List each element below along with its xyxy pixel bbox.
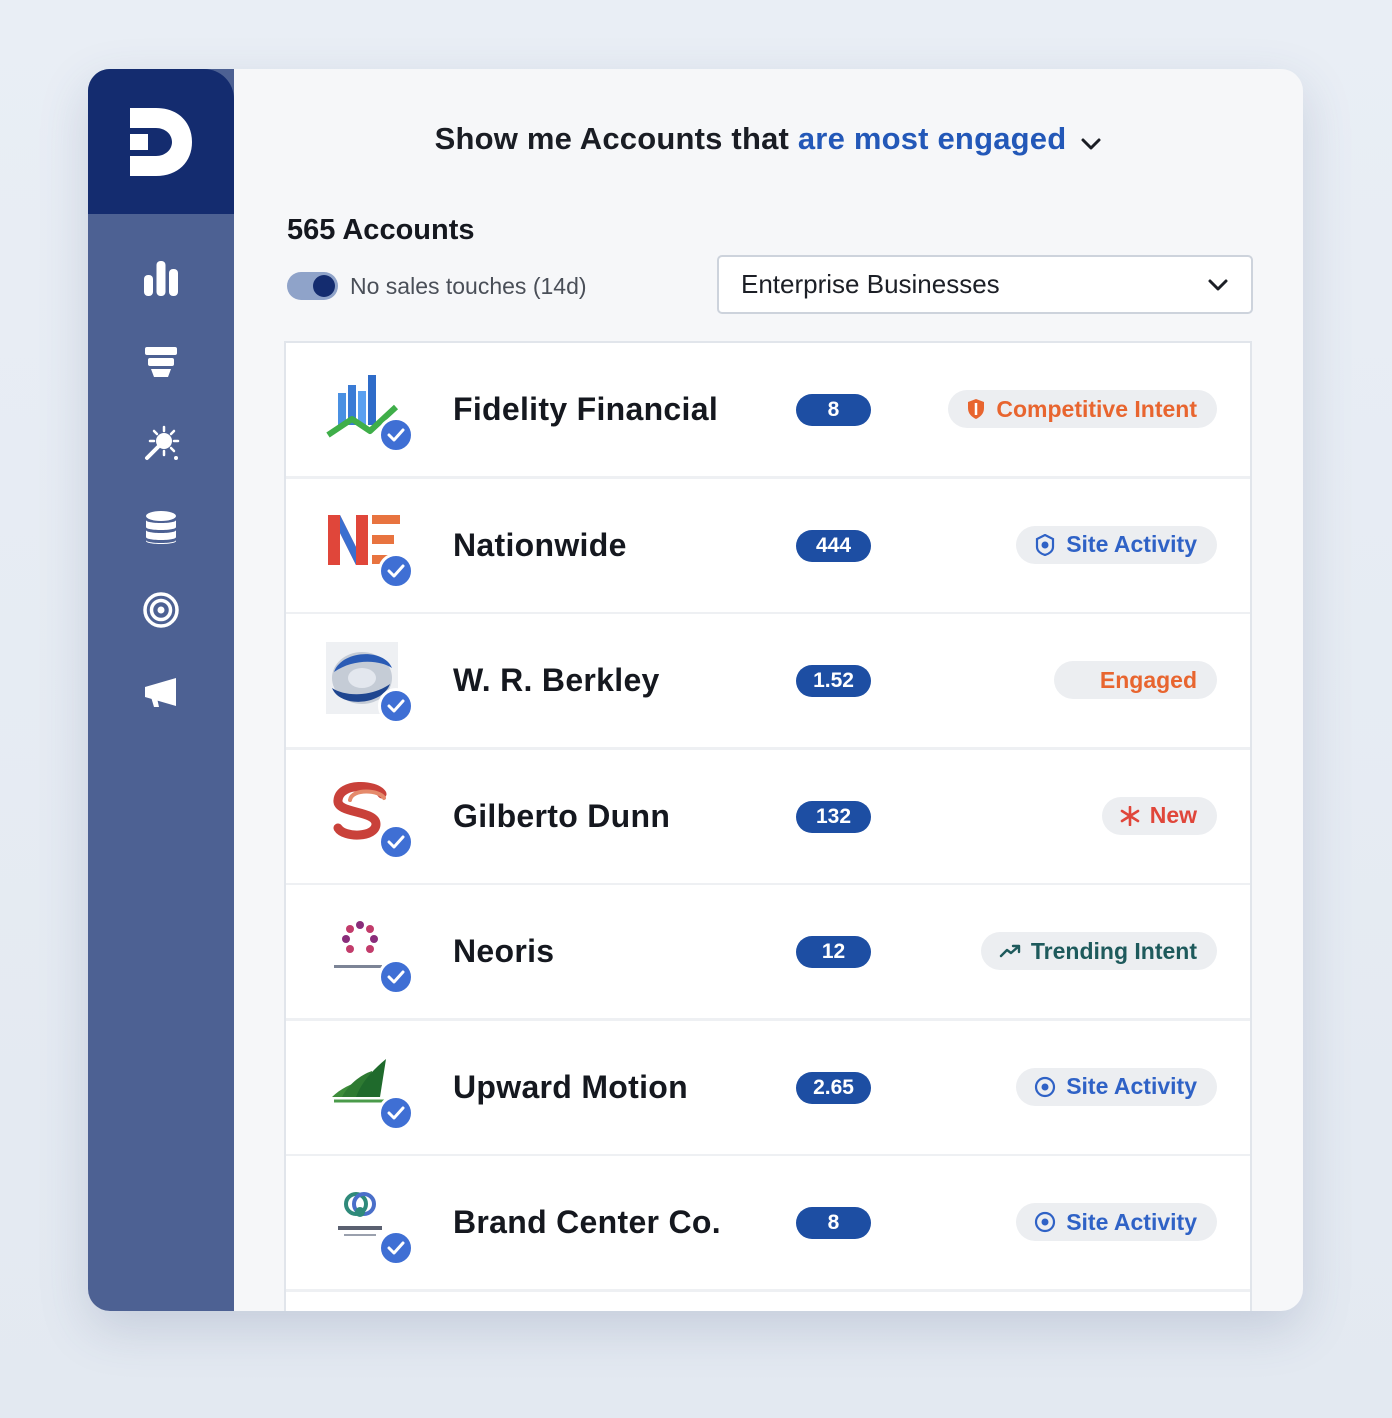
toggle-knob [313, 275, 335, 297]
sidebar-item-data[interactable] [138, 505, 184, 551]
list-item[interactable]: W. R. Berkley 1.52 Engaged [286, 614, 1250, 747]
account-name[interactable]: Brand Center Co. [453, 1156, 721, 1289]
sidebar-item-insights[interactable] [138, 421, 184, 467]
engagement-score: 1.52 [796, 665, 871, 697]
account-name[interactable]: Nationwide [453, 479, 627, 612]
account-name[interactable]: Fidelity Financial [453, 343, 718, 476]
sparkle-wand-icon [145, 425, 180, 460]
intent-tag[interactable]: New [1101, 796, 1217, 835]
sidebar-item-targets[interactable] [138, 587, 184, 633]
sales-touches-filter: No sales touches (14d) [287, 272, 587, 300]
sidebar-item-campaigns[interactable] [138, 669, 184, 715]
verified-check-icon [378, 688, 414, 724]
intent-tag[interactable]: Engaged [1053, 661, 1217, 699]
megaphone-icon [145, 678, 176, 707]
list-item[interactable] [286, 1291, 1250, 1311]
engagement-score: 132 [796, 800, 871, 833]
intent-tag[interactable]: Site Activity [1016, 525, 1217, 564]
sales-touches-toggle[interactable] [287, 272, 338, 300]
main-panel: Show me Accounts that are most engaged 5… [234, 69, 1303, 1311]
segment-dropdown[interactable]: Enterprise Businesses [717, 255, 1253, 314]
list-item[interactable]: Fidelity Financial 8 Competitive Intent [286, 343, 1250, 476]
list-item[interactable]: Nationwide 444 Site Activity [286, 478, 1250, 612]
query-headline: Show me Accounts that are most engaged [234, 121, 1303, 159]
sidebar-item-funnel[interactable] [138, 339, 184, 385]
intent-tag[interactable]: Competitive Intent [948, 390, 1217, 428]
intent-tag[interactable]: Trending Intent [980, 932, 1217, 970]
verified-check-icon [378, 552, 414, 589]
tag-label: Engaged [1099, 666, 1197, 693]
asterisk-icon [1120, 805, 1140, 826]
tag-label: Competitive Intent [996, 395, 1197, 422]
list-item[interactable]: Gilberto Dunn 132 New [286, 749, 1250, 883]
chevron-down-icon [1208, 279, 1228, 290]
query-highlight[interactable]: are most engaged [798, 121, 1067, 156]
tag-label: Site Activity [1066, 531, 1197, 557]
funnel-icon [145, 347, 177, 377]
segment-value: Enterprise Businesses [741, 269, 1000, 299]
site-activity-icon [1034, 533, 1056, 556]
database-icon [146, 511, 176, 544]
engagement-score: 8 [796, 394, 871, 426]
target-icon [143, 592, 179, 628]
intent-tag[interactable]: Site Activity [1016, 1203, 1217, 1241]
app-window: Show me Accounts that are most engaged 5… [88, 69, 1303, 1311]
engagement-score: 2.65 [796, 1071, 871, 1104]
bar-chart-icon [144, 261, 178, 296]
verified-check-icon [378, 1094, 414, 1131]
sidebar-item-analytics[interactable] [138, 255, 184, 301]
toggle-label: No sales touches (14d) [350, 272, 587, 299]
tag-label: New [1149, 802, 1197, 828]
logo-d-icon [130, 107, 192, 176]
list-item[interactable]: Brand Center Co. 8 Site Activity [286, 1156, 1250, 1289]
account-name[interactable]: W. R. Berkley [453, 614, 660, 747]
chevron-down-icon[interactable] [1080, 123, 1102, 159]
account-name[interactable]: Gilberto Dunn [453, 750, 670, 883]
engagement-score: 12 [796, 936, 871, 968]
query-prefix: Show me Accounts that [434, 121, 798, 156]
tag-label: Trending Intent [1030, 937, 1197, 964]
accounts-count: 565 Accounts [287, 214, 475, 246]
verified-check-icon [378, 959, 414, 995]
list-item[interactable]: Neoris 12 Trending Intent [286, 885, 1250, 1018]
tag-label: Site Activity [1066, 1208, 1197, 1235]
site-activity-icon [1034, 1076, 1056, 1098]
accounts-list: Fidelity Financial 8 Competitive Intent [284, 341, 1252, 1311]
engagement-score: 8 [796, 1207, 871, 1239]
account-name[interactable]: Upward Motion [453, 1021, 688, 1154]
trend-up-icon [999, 943, 1021, 959]
verified-check-icon [378, 823, 414, 860]
intent-tag[interactable]: Site Activity [1016, 1067, 1217, 1106]
shield-icon [966, 398, 986, 420]
app-logo[interactable] [88, 69, 234, 214]
account-name[interactable]: Neoris [453, 885, 554, 1018]
sidebar [88, 69, 234, 1311]
list-item[interactable]: Upward Motion 2.65 Site Activity [286, 1020, 1250, 1154]
engagement-score: 444 [796, 529, 871, 562]
verified-check-icon [378, 1230, 414, 1266]
tag-label: Site Activity [1066, 1073, 1197, 1099]
site-activity-icon [1034, 1211, 1056, 1233]
verified-check-icon [378, 417, 414, 453]
